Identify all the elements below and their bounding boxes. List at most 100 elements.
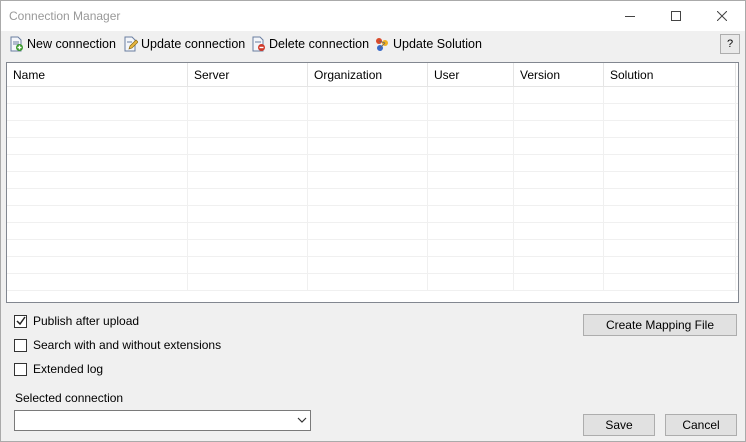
empty-grid-cell [308, 206, 428, 223]
maximize-button[interactable] [653, 1, 699, 31]
update-solution-label: Update Solution [393, 37, 482, 51]
empty-grid-row [7, 274, 738, 291]
empty-grid-row [7, 155, 738, 172]
empty-grid-cell [514, 189, 604, 206]
empty-grid-cell [604, 240, 736, 257]
column-header-solution[interactable]: Solution [604, 63, 736, 87]
empty-grid-cell [7, 138, 188, 155]
empty-grid-cell [308, 138, 428, 155]
empty-grid-row [7, 240, 738, 257]
save-button[interactable]: Save [583, 414, 655, 436]
empty-grid-cell [514, 223, 604, 240]
empty-grid-cell [428, 155, 514, 172]
empty-grid-cell [188, 121, 308, 138]
empty-grid-cell [188, 274, 308, 291]
empty-grid-cell [7, 155, 188, 172]
empty-grid-cell [7, 206, 188, 223]
empty-grid-cell [428, 87, 514, 104]
empty-grid-cell [7, 104, 188, 121]
empty-grid-cell [308, 155, 428, 172]
empty-grid-cell [308, 104, 428, 121]
empty-grid-cell [604, 223, 736, 240]
empty-grid-cell [7, 172, 188, 189]
empty-grid-cell [188, 206, 308, 223]
empty-grid-row [7, 223, 738, 240]
column-header-server[interactable]: Server [188, 63, 308, 87]
maximize-icon [671, 11, 681, 21]
empty-grid-cell [7, 240, 188, 257]
update-connection-label: Update connection [141, 37, 246, 51]
empty-grid-cell [188, 138, 308, 155]
empty-grid-cell [514, 87, 604, 104]
empty-grid-row [7, 104, 738, 121]
empty-grid-cell [188, 172, 308, 189]
empty-grid-cell [514, 155, 604, 172]
create-mapping-file-button[interactable]: Create Mapping File [583, 314, 737, 336]
window-title: Connection Manager [9, 9, 121, 23]
delete-connection-label: Delete connection [269, 37, 370, 51]
selected-connection-label: Selected connection [15, 391, 124, 405]
checkmark-icon [15, 316, 26, 326]
grid-header: Name Server Organization User Version So… [7, 63, 738, 87]
extended-log-checkbox[interactable]: Extended log [14, 362, 103, 376]
help-button[interactable]: ? [720, 34, 740, 54]
empty-grid-cell [428, 240, 514, 257]
empty-grid-cell [308, 189, 428, 206]
empty-grid-cell [428, 172, 514, 189]
empty-grid-cell [7, 121, 188, 138]
empty-grid-cell [7, 223, 188, 240]
toolbar: New connection Update connection Delete … [1, 32, 745, 58]
close-button[interactable] [699, 1, 745, 31]
empty-grid-cell [428, 189, 514, 206]
new-connection-button[interactable]: New connection [8, 34, 116, 54]
column-header-name[interactable]: Name [7, 63, 188, 87]
search-checkbox-label: Search with and without extensions [33, 338, 222, 352]
solution-icon [376, 38, 388, 51]
extended-checkbox-box[interactable] [14, 362, 27, 376]
empty-grid-cell [7, 274, 188, 291]
publish-checkbox-box[interactable] [14, 314, 27, 328]
empty-grid-cell [514, 257, 604, 274]
empty-grid-cell [308, 274, 428, 291]
connections-grid[interactable]: Name Server Organization User Version So… [6, 62, 739, 303]
publish-after-upload-checkbox[interactable]: Publish after upload [14, 314, 139, 328]
empty-grid-cell [7, 189, 188, 206]
empty-grid-cell [514, 172, 604, 189]
empty-grid-cell [514, 121, 604, 138]
column-header-user[interactable]: User [428, 63, 514, 87]
edit-document-icon [124, 36, 138, 52]
delete-connection-button[interactable]: Delete connection [250, 34, 369, 54]
empty-grid-cell [188, 104, 308, 121]
title-bar: Connection Manager [1, 1, 745, 31]
empty-grid-cell [514, 138, 604, 155]
empty-grid-row [7, 138, 738, 155]
empty-grid-cell [188, 257, 308, 274]
empty-grid-cell [604, 104, 736, 121]
empty-grid-cell [188, 87, 308, 104]
column-header-version[interactable]: Version [514, 63, 604, 87]
update-connection-button[interactable]: Update connection [122, 34, 245, 54]
selected-connection-dropdown[interactable] [14, 410, 311, 431]
publish-checkbox-label: Publish after upload [33, 314, 140, 328]
new-document-icon [10, 36, 23, 52]
empty-grid-cell [428, 257, 514, 274]
search-extensions-checkbox[interactable]: Search with and without extensions [14, 338, 221, 352]
empty-grid-cell [308, 240, 428, 257]
empty-grid-cell [7, 257, 188, 274]
empty-grid-cell [604, 121, 736, 138]
minimize-button[interactable] [607, 1, 653, 31]
empty-grid-cell [604, 189, 736, 206]
empty-grid-cell [308, 257, 428, 274]
help-label: ? [726, 38, 734, 50]
empty-grid-cell [428, 274, 514, 291]
column-header-organization[interactable]: Organization [308, 63, 428, 87]
update-solution-button[interactable]: Update Solution [374, 34, 482, 54]
empty-grid-cell [514, 274, 604, 291]
empty-grid-row [7, 172, 738, 189]
empty-grid-cell [308, 223, 428, 240]
empty-grid-cell [188, 240, 308, 257]
cancel-button[interactable]: Cancel [665, 414, 737, 436]
search-checkbox-box[interactable] [14, 338, 27, 352]
empty-grid-cell [604, 257, 736, 274]
empty-grid-cell [514, 104, 604, 121]
